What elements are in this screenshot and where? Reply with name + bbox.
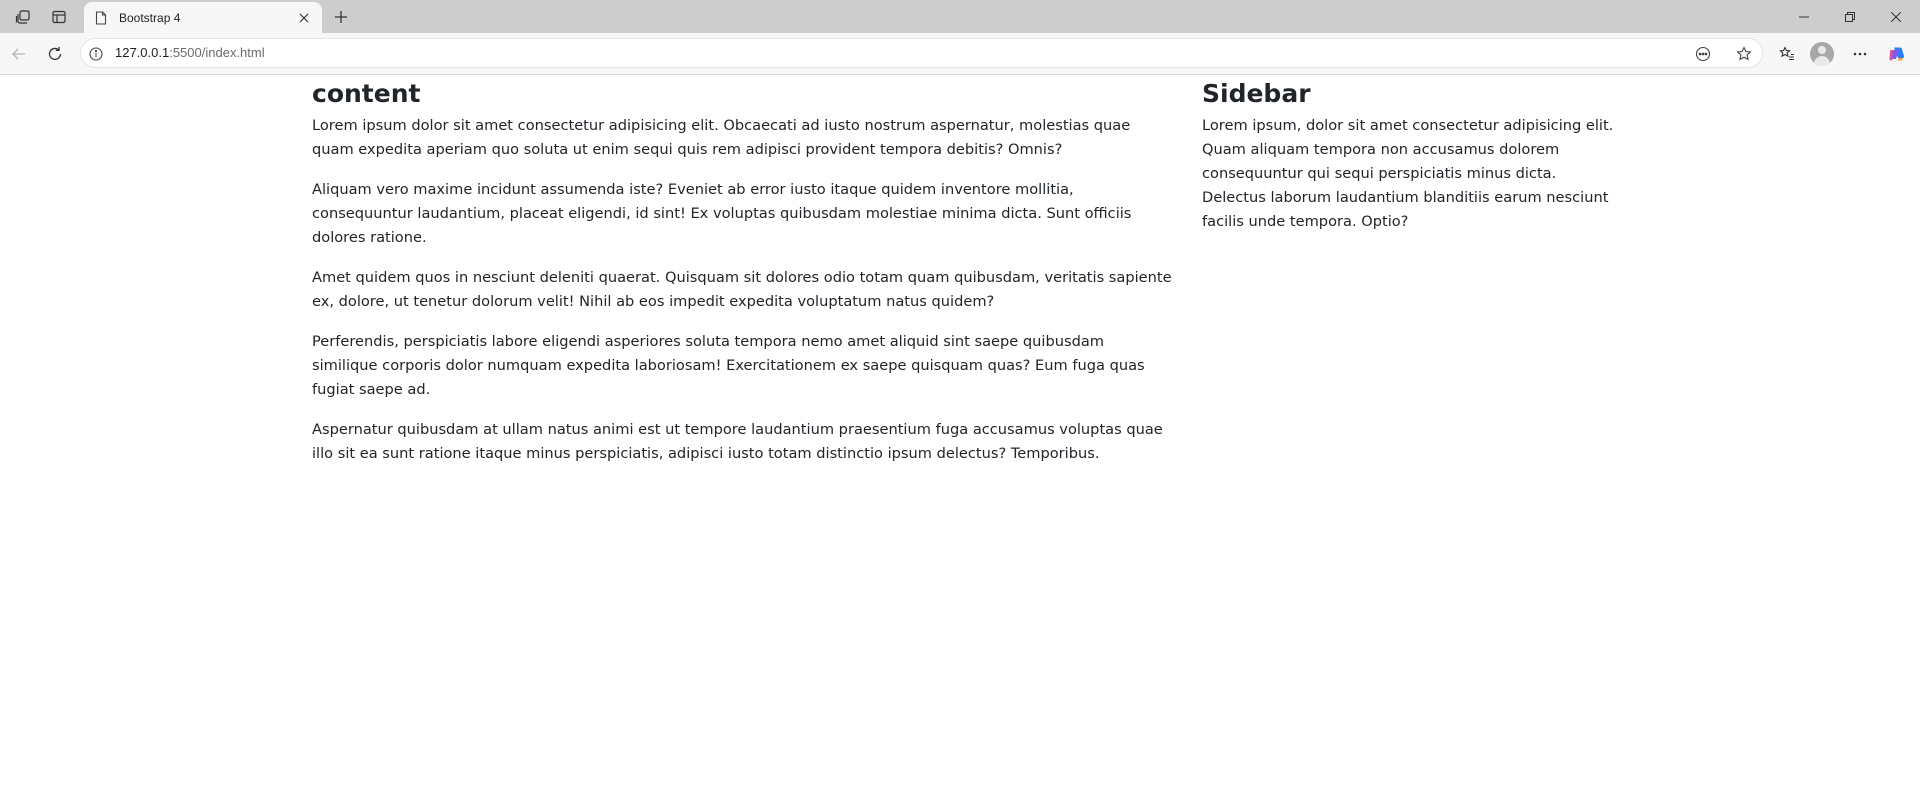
url-text[interactable]: 127.0.0.1:5500/index.html (115, 39, 265, 67)
ellipsis-icon[interactable] (1845, 40, 1875, 68)
content-heading: content (312, 79, 421, 108)
url-path: :5500/index.html (169, 45, 265, 60)
minimize-icon[interactable] (1781, 0, 1827, 33)
copilot-icon[interactable] (1882, 40, 1912, 68)
content-paragraph: Perferendis, perspiciatis labore eligend… (312, 333, 1145, 398)
close-icon[interactable] (292, 6, 316, 30)
refresh-icon[interactable] (40, 40, 70, 68)
content-paragraph: Lorem ipsum dolor sit amet consectetur a… (312, 117, 1131, 158)
content-column: content Lorem ipsum dolor sit amet conse… (312, 76, 1192, 482)
avatar-body (1814, 56, 1830, 66)
content-paragraph: Aliquam vero maxime incidunt assumenda i… (312, 181, 1132, 246)
back-arrow-icon[interactable] (4, 40, 34, 68)
browser-toolbar: 127.0.0.1:5500/index.html (0, 33, 1920, 75)
tab-bootstrap[interactable]: Bootstrap 4 (84, 2, 322, 33)
sidebar-paragraph: Lorem ipsum, dolor sit amet consectetur … (1202, 117, 1614, 230)
avatar[interactable] (1810, 42, 1834, 66)
content-paragraph: Aspernatur quibusdam at ullam natus anim… (312, 421, 1163, 462)
workspaces-icon[interactable] (8, 5, 38, 29)
favorites-icon[interactable] (1772, 40, 1802, 68)
star-icon[interactable] (1733, 44, 1755, 64)
tab-actions-icon[interactable] (44, 5, 74, 29)
content-paragraph: Amet quidem quos in nesciunt deleniti qu… (312, 269, 1172, 310)
sidebar-heading: Sidebar (1202, 79, 1311, 108)
tab-title: Bootstrap 4 (119, 10, 181, 25)
info-icon[interactable] (87, 45, 105, 63)
page-icon (93, 10, 109, 26)
restore-icon[interactable] (1827, 0, 1873, 33)
sidebar-column: Sidebar Lorem ipsum, dolor sit amet cons… (1192, 76, 1613, 482)
title-bar: Bootstrap 4 (0, 0, 1920, 33)
plus-icon[interactable] (327, 5, 355, 29)
close-window-icon[interactable] (1873, 0, 1919, 33)
address-bar[interactable]: 127.0.0.1:5500/index.html (80, 38, 1763, 68)
bootstrap-container: content Lorem ipsum dolor sit amet conse… (312, 76, 1613, 482)
page-viewport: content Lorem ipsum dolor sit amet conse… (2, 76, 1918, 800)
more-circle-icon[interactable] (1692, 44, 1714, 64)
avatar-head (1818, 46, 1826, 54)
url-host: 127.0.0.1 (115, 45, 170, 60)
